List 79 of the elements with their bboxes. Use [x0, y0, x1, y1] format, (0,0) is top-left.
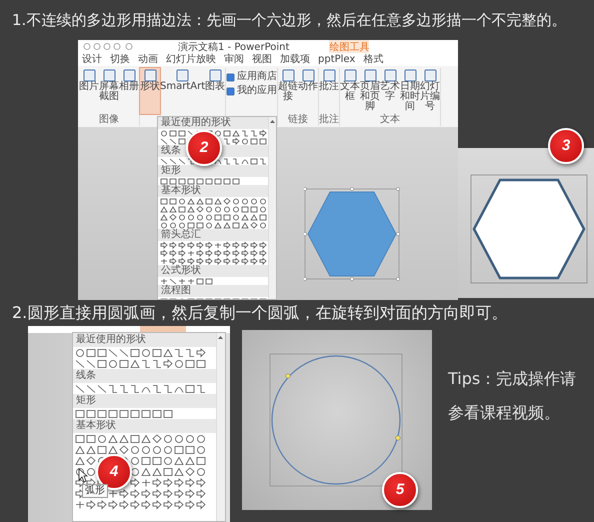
shape-row-drawing[interactable]: [75, 499, 207, 510]
ribbon-button[interactable]: 文本框: [340, 68, 360, 114]
section-heading: 公式形状: [158, 265, 268, 277]
square-icon: [102, 69, 116, 82]
ribbon-tab[interactable]: 视图: [252, 53, 272, 66]
section-heading: 基本形状: [158, 185, 268, 197]
square-icon: [424, 69, 437, 82]
square-icon: [226, 72, 236, 82]
section-heading: 最近使用的形状: [73, 333, 216, 347]
shape-row-drawing[interactable]: [75, 444, 207, 455]
square-icon: [344, 69, 357, 82]
ribbon-tab[interactable]: 格式: [363, 53, 384, 66]
square-icon: [144, 69, 156, 82]
context-tab-label: 绘图工具: [329, 40, 370, 54]
ribbon-tab[interactable]: 动画: [138, 53, 158, 66]
shape-row-drawing[interactable]: [75, 383, 207, 394]
section-heading: 矩形: [158, 165, 268, 177]
square-icon: [282, 69, 295, 82]
section-heading: 最近使用的形状: [158, 117, 268, 129]
section-heading: 矩形: [73, 394, 216, 408]
ribbon-button[interactable]: 页眉和页脚: [360, 68, 380, 114]
tab-highlight: [140, 326, 186, 332]
section-heading: 线条: [73, 369, 216, 383]
ribbon-button[interactable]: 图片: [79, 68, 99, 114]
square-icon: [122, 69, 136, 82]
ribbon-tab[interactable]: 审阅: [224, 53, 244, 66]
hexagon-outline-shape[interactable]: [470, 174, 588, 284]
ribbon-button[interactable]: 图表: [205, 68, 226, 114]
square-icon: [302, 69, 315, 82]
square-icon: [226, 86, 236, 96]
square-icon: [176, 69, 190, 82]
section-heading: 箭头总汇: [158, 229, 268, 241]
ribbon-button[interactable]: 屏幕截图: [99, 68, 119, 114]
ribbon-button[interactable]: 艺术字: [380, 68, 400, 114]
square-icon: [404, 69, 417, 82]
square-icon: [208, 69, 222, 82]
ribbon-tab[interactable]: 幻灯片放映: [166, 53, 216, 66]
shape-row-drawing[interactable]: [160, 221, 268, 229]
cursor-arrow-icon: [78, 468, 88, 483]
shape-row-drawing[interactable]: [160, 241, 268, 249]
square-icon: [384, 69, 397, 82]
section-heading: 基本形状: [73, 419, 216, 433]
ribbon-button[interactable]: 批注: [319, 68, 340, 114]
shape-row-drawing[interactable]: [160, 197, 268, 205]
ribbon-button[interactable]: 日期和时间: [400, 68, 420, 114]
shape-row-drawing[interactable]: [75, 358, 207, 369]
ribbon-button[interactable]: 动作: [298, 68, 318, 114]
ribbon-button[interactable]: 应用商店: [226, 72, 278, 82]
shape-row-drawing[interactable]: [160, 249, 268, 257]
scroll-bar[interactable]: [268, 117, 276, 299]
ribbon-button[interactable]: 超链接: [278, 68, 298, 114]
group-label: 批注: [319, 114, 340, 126]
group-label: 链接: [288, 114, 308, 126]
number-badge: 3: [548, 128, 584, 164]
group-label: 图像: [99, 114, 119, 126]
ribbon-tab[interactable]: 加载项: [280, 53, 310, 66]
ribbon-tab[interactable]: pptPlex: [318, 53, 356, 66]
ribbon-tab[interactable]: 设计: [82, 53, 102, 66]
ribbon-button[interactable]: 形状: [140, 68, 160, 114]
step-caption: 1.不连续的多边形用描边法：先画一个六边形，然后在任意多边形描一个不完整的。: [12, 10, 566, 31]
square-icon: [322, 69, 336, 82]
step-caption: 2.圆形直接用圆弧画，然后复制一个圆弧，在旋转到对面的方向即可。: [12, 302, 508, 324]
ribbon-button[interactable]: 我的应用: [226, 86, 278, 96]
square-icon: [364, 69, 377, 82]
section-heading: 流程图: [158, 285, 268, 297]
shape-row-drawing[interactable]: [160, 257, 268, 265]
scroll-up-icon[interactable]: [269, 118, 276, 125]
ribbon-button[interactable]: 幻灯片编号: [420, 68, 440, 114]
shape-row-drawing[interactable]: [75, 347, 207, 358]
square-icon: [82, 69, 96, 82]
shape-row-drawing[interactable]: [160, 205, 268, 213]
group-label: 文本: [380, 114, 400, 126]
ribbon-tab[interactable]: 切换: [110, 53, 130, 66]
scroll-bar[interactable]: [216, 333, 225, 521]
ribbon-button[interactable]: 相册: [119, 68, 139, 114]
shape-row-drawing[interactable]: [75, 433, 207, 444]
tips-text: Tips：完成操作请参看课程视频。: [448, 368, 578, 424]
window-title: 演示文稿1 - PowerPoint: [178, 40, 290, 54]
shape-row-drawing[interactable]: [160, 213, 268, 221]
